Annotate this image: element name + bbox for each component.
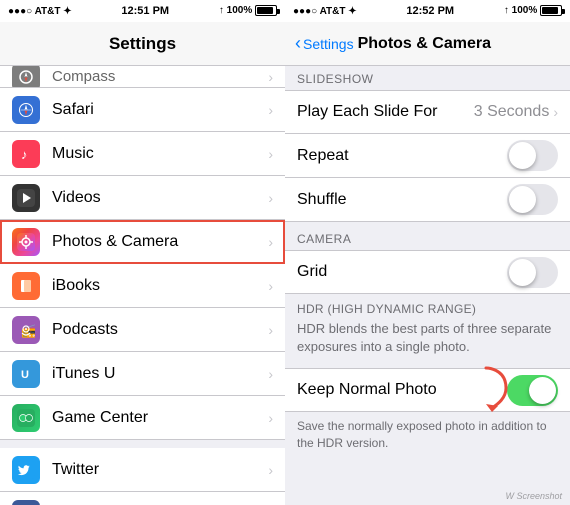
settings-list: Compass › Safari › ♪ Music › Videos › <box>0 66 285 505</box>
ibooks-label: iBooks <box>52 277 268 295</box>
photos-label: Photos & Camera <box>52 233 268 251</box>
play-each-label: Play Each Slide For <box>297 103 474 121</box>
repeat-toggle-knob <box>509 142 536 169</box>
play-each-slide-item[interactable]: Play Each Slide For 3 Seconds › <box>285 90 570 134</box>
itunesu-arrow: › <box>268 366 273 382</box>
keep-normal-container: Keep Normal Photo <box>285 368 570 412</box>
red-arrow-indicator <box>478 366 514 417</box>
right-nav-bar: ‹ Settings Photos & Camera <box>285 22 570 66</box>
shuffle-label: Shuffle <box>297 191 507 209</box>
left-time: 12:51 PM <box>121 5 169 17</box>
music-arrow: › <box>268 146 273 162</box>
repeat-label: Repeat <box>297 147 507 165</box>
keep-normal-toggle-knob <box>529 377 556 404</box>
shuffle-toggle-knob <box>509 186 536 213</box>
svg-text:♪: ♪ <box>21 147 28 162</box>
camera-section: CAMERA Grid <box>285 222 570 294</box>
twitter-item[interactable]: Twitter › <box>0 448 285 492</box>
keep-normal-label: Keep Normal Photo <box>297 381 507 399</box>
photos-item[interactable]: Photos & Camera › <box>0 220 285 264</box>
grid-toggle-knob <box>509 259 536 286</box>
right-signal: ↑ 100% <box>504 5 562 16</box>
camera-header: CAMERA <box>285 226 570 250</box>
right-panel: ●●●○ AT&T ✦ 12:52 PM ↑ 100% ‹ Settings P… <box>285 0 570 505</box>
itunesu-item[interactable]: U iTunes U › <box>0 352 285 396</box>
repeat-toggle[interactable] <box>507 140 558 171</box>
gamecenter-arrow: › <box>268 410 273 426</box>
ibooks-arrow: › <box>268 278 273 294</box>
keep-normal-footer: Save the normally exposed photo in addit… <box>285 412 570 458</box>
safari-arrow: › <box>268 102 273 118</box>
facebook-item[interactable]: Facebook › <box>0 492 285 505</box>
grid-label: Grid <box>297 263 507 281</box>
safari-label: Safari <box>52 101 268 119</box>
videos-arrow: › <box>268 190 273 206</box>
grid-toggle[interactable] <box>507 257 558 288</box>
left-panel: ●●●○ AT&T ✦ 12:51 PM ↑ 100% Settings Com… <box>0 0 285 505</box>
videos-item[interactable]: Videos › <box>0 176 285 220</box>
slideshow-section: SLIDESHOW Play Each Slide For 3 Seconds … <box>285 66 570 222</box>
compass-arrow: › <box>268 69 273 85</box>
music-label: Music <box>52 145 268 163</box>
watermark: W Screenshot <box>505 491 562 501</box>
left-status-bar: ●●●○ AT&T ✦ 12:51 PM ↑ 100% <box>0 0 285 22</box>
right-nav-title: Photos & Camera <box>358 35 491 53</box>
compass-label: Compass <box>52 68 268 85</box>
left-carrier: ●●●○ AT&T ✦ <box>8 6 72 17</box>
podcasts-item[interactable]: 📻 Podcasts › <box>0 308 285 352</box>
left-nav-title: Settings <box>109 34 176 54</box>
safari-item[interactable]: Safari › <box>0 88 285 132</box>
back-label: Settings <box>303 36 354 52</box>
play-each-arrow: › <box>553 104 558 120</box>
play-each-value: 3 Seconds <box>474 103 550 121</box>
back-button[interactable]: ‹ Settings <box>295 33 354 54</box>
shuffle-toggle[interactable] <box>507 184 558 215</box>
right-time: 12:52 PM <box>406 5 454 17</box>
partial-compass-item[interactable]: Compass › <box>0 66 285 88</box>
podcasts-arrow: › <box>268 322 273 338</box>
gamecenter-item[interactable]: Game Center › <box>0 396 285 440</box>
keep-normal-toggle[interactable] <box>507 375 558 406</box>
twitter-label: Twitter <box>52 461 268 479</box>
left-signal: ↑ 100% <box>219 5 277 16</box>
gamecenter-label: Game Center <box>52 409 268 427</box>
svg-text:U: U <box>21 369 29 381</box>
slideshow-header: SLIDESHOW <box>285 66 570 90</box>
grid-item: Grid <box>285 250 570 294</box>
podcasts-label: Podcasts <box>52 321 268 339</box>
right-carrier: ●●●○ AT&T ✦ <box>293 6 357 17</box>
back-chevron-icon: ‹ <box>295 33 301 54</box>
keep-normal-item: Keep Normal Photo <box>285 368 570 412</box>
left-nav-bar: Settings <box>0 22 285 66</box>
twitter-arrow: › <box>268 462 273 478</box>
right-status-bar: ●●●○ AT&T ✦ 12:52 PM ↑ 100% <box>285 0 570 22</box>
itunesu-label: iTunes U <box>52 365 268 383</box>
photos-arrow: › <box>268 234 273 250</box>
videos-label: Videos <box>52 189 268 207</box>
music-item[interactable]: ♪ Music › <box>0 132 285 176</box>
ibooks-item[interactable]: iBooks › <box>0 264 285 308</box>
hdr-description: HDR blends the best parts of three separ… <box>297 320 558 356</box>
hdr-section: HDR (HIGH DYNAMIC RANGE) HDR blends the … <box>285 294 570 368</box>
repeat-item: Repeat <box>285 134 570 178</box>
shuffle-item: Shuffle <box>285 178 570 222</box>
hdr-header: HDR (HIGH DYNAMIC RANGE) <box>297 302 558 316</box>
section-divider-1 <box>0 440 285 448</box>
